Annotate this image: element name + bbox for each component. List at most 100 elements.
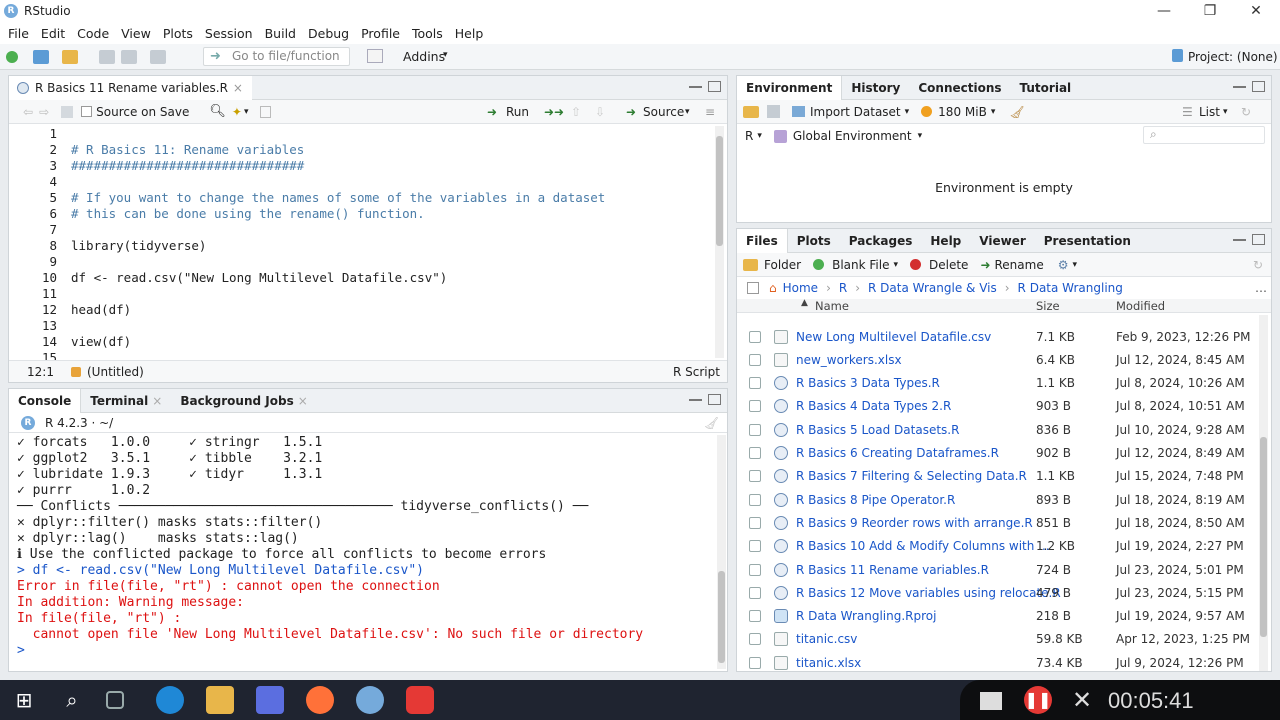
file-row[interactable]: R Basics 8 Pipe Operator.R 893 B Jul 18, 2…: [737, 488, 1259, 511]
view-mode-menu[interactable]: List: [1199, 105, 1220, 119]
refresh-icon[interactable]: ↻: [1241, 105, 1251, 119]
task-view-icon[interactable]: [106, 691, 124, 709]
tab-history[interactable]: History: [842, 76, 909, 100]
tab-source-file[interactable]: R Basics 11 Rename variables.R ×: [9, 75, 252, 100]
code-editor[interactable]: 1 2 # R Basics 11: Rename variables 3 ######…: [9, 124, 717, 360]
menu-profile[interactable]: Profile: [355, 26, 406, 41]
file-name[interactable]: R Basics 5 Load Datasets.R: [796, 423, 959, 437]
file-row[interactable]: R Basics 3 Data Types.R 1.1 KB Jul 8, 2024…: [737, 372, 1259, 395]
tab-packages[interactable]: Packages: [840, 229, 922, 253]
file-checkbox[interactable]: [749, 400, 761, 413]
new-project-icon[interactable]: [33, 49, 49, 64]
clear-console-icon[interactable]: 🧹︎: [704, 416, 719, 430]
source-button[interactable]: Source: [643, 105, 684, 119]
scope-label[interactable]: (Untitled): [87, 365, 144, 379]
blank-file-button[interactable]: Blank File: [832, 258, 889, 272]
maximize-pane-icon[interactable]: [708, 81, 721, 92]
file-row[interactable]: R Basics 4 Data Types 2.R 903 B Jul 8, 202…: [737, 395, 1259, 418]
file-checkbox[interactable]: [749, 586, 761, 599]
menu-edit[interactable]: Edit: [35, 26, 71, 41]
edge-browser-icon[interactable]: [156, 686, 184, 714]
minimize-pane-icon[interactable]: [1233, 81, 1246, 88]
firefox-icon[interactable]: [306, 686, 334, 714]
file-name[interactable]: R Basics 3 Data Types.R: [796, 376, 940, 390]
search-icon[interactable]: 🔍︎: [209, 104, 226, 119]
breadcrumb-r[interactable]: R: [839, 281, 847, 295]
file-row[interactable]: titanic.csv 59.8 KB Apr 12, 2023, 1:25 PM: [737, 628, 1259, 651]
file-name[interactable]: R Basics 4 Data Types 2.R: [796, 399, 951, 413]
file-row[interactable]: New Long Multilevel Datafile.csv 7.1 KB Fe…: [737, 325, 1259, 348]
store-icon[interactable]: [256, 686, 284, 714]
language-menu[interactable]: R: [745, 129, 753, 143]
stop-recording-icon[interactable]: [980, 692, 1002, 710]
file-name[interactable]: titanic.xlsx: [796, 656, 861, 670]
select-all-checkbox[interactable]: [747, 282, 759, 294]
maximize-pane-icon[interactable]: [708, 394, 721, 405]
compile-report-icon[interactable]: [260, 105, 272, 118]
tab-terminal[interactable]: Terminal ×: [81, 389, 171, 413]
file-row[interactable]: R Data Wrangling.Rproj 218 B Jul 19, 2024,…: [737, 605, 1259, 628]
environment-scope-menu[interactable]: Global Environment: [793, 129, 912, 143]
addins-menu[interactable]: Addins: [403, 49, 445, 64]
file-checkbox[interactable]: [749, 633, 761, 646]
file-checkbox[interactable]: [749, 353, 761, 366]
file-checkbox[interactable]: [749, 493, 761, 506]
tab-viewer[interactable]: Viewer: [970, 229, 1034, 253]
file-type-label[interactable]: R Script: [673, 365, 720, 379]
print-icon[interactable]: [150, 49, 166, 64]
minimize-pane-icon[interactable]: [689, 81, 702, 88]
menu-file[interactable]: File: [2, 26, 35, 41]
file-row[interactable]: new_workers.xlsx 6.4 KB Jul 12, 2024, 8:45…: [737, 348, 1259, 371]
tab-plots[interactable]: Plots: [788, 229, 840, 253]
file-name[interactable]: R Basics 11 Rename variables.R: [796, 563, 989, 577]
search-icon[interactable]: ⌕: [58, 686, 86, 714]
save-all-icon[interactable]: [121, 49, 137, 64]
tab-console[interactable]: Console: [9, 388, 82, 413]
file-checkbox[interactable]: [749, 470, 761, 483]
new-file-icon[interactable]: [6, 50, 18, 63]
rerun-icon[interactable]: ➜➜: [544, 105, 564, 119]
gear-icon[interactable]: ⚙: [1058, 258, 1069, 272]
file-checkbox[interactable]: [749, 656, 761, 669]
file-row[interactable]: R Basics 5 Load Datasets.R 836 B Jul 10, 2…: [737, 418, 1259, 441]
menu-build[interactable]: Build: [259, 26, 302, 41]
close-tab-icon[interactable]: ×: [152, 394, 162, 408]
open-file-icon[interactable]: [62, 49, 78, 64]
tab-tutorial[interactable]: Tutorial: [1011, 76, 1081, 100]
file-name[interactable]: R Basics 7 Filtering & Selecting Data.R: [796, 469, 1027, 483]
breadcrumb-wrangle-vis[interactable]: R Data Wrangle & Vis: [868, 281, 997, 295]
console-scroll-thumb[interactable]: [718, 571, 725, 663]
project-menu[interactable]: Project: (None): [1188, 50, 1278, 64]
load-workspace-icon[interactable]: [743, 105, 759, 118]
maximize-button[interactable]: ❐: [1187, 0, 1233, 22]
grid-layout-icon[interactable]: [367, 49, 383, 63]
file-row[interactable]: R Basics 12 Move variables using relocat…: [737, 581, 1259, 604]
forward-arrow-icon[interactable]: ⇨: [39, 105, 49, 119]
editor-scroll-thumb[interactable]: [716, 136, 723, 246]
file-row[interactable]: R Basics 7 Filtering & Selecting Data.R 1…: [737, 465, 1259, 488]
menu-plots[interactable]: Plots: [157, 26, 199, 41]
file-checkbox[interactable]: [749, 447, 761, 459]
files-scroll-thumb[interactable]: [1260, 437, 1267, 637]
recorder-taskbar-icon[interactable]: [406, 686, 434, 714]
column-name[interactable]: Name: [815, 299, 849, 313]
down-arrow-icon[interactable]: ⇩: [595, 105, 605, 119]
file-name[interactable]: R Data Wrangling.Rproj: [796, 609, 936, 623]
file-checkbox[interactable]: [749, 330, 761, 343]
new-folder-button[interactable]: Folder: [764, 258, 801, 272]
delete-button[interactable]: Delete: [929, 258, 968, 272]
rename-button[interactable]: Rename: [995, 258, 1044, 272]
file-name[interactable]: R Basics 12 Move variables using relocat…: [796, 586, 1061, 600]
tab-presentation[interactable]: Presentation: [1035, 229, 1140, 253]
memory-usage[interactable]: 180 MiB: [938, 105, 987, 119]
tab-environment[interactable]: Environment: [737, 75, 843, 100]
breadcrumb-wrangling[interactable]: R Data Wrangling: [1018, 281, 1123, 295]
file-row[interactable]: R Basics 9 Reorder rows with arrange.R 85…: [737, 511, 1259, 534]
minimize-pane-icon[interactable]: [1233, 234, 1246, 241]
up-arrow-icon[interactable]: ⇧: [571, 105, 581, 119]
file-name[interactable]: new_workers.xlsx: [796, 353, 902, 367]
file-row[interactable]: R Basics 11 Rename variables.R 724 B Jul 2…: [737, 558, 1259, 581]
file-name[interactable]: R Basics 10 Add & Modify Columns with ..…: [796, 539, 1050, 553]
cancel-recording-icon[interactable]: ✕: [1072, 686, 1092, 714]
file-name[interactable]: New Long Multilevel Datafile.csv: [796, 330, 991, 344]
